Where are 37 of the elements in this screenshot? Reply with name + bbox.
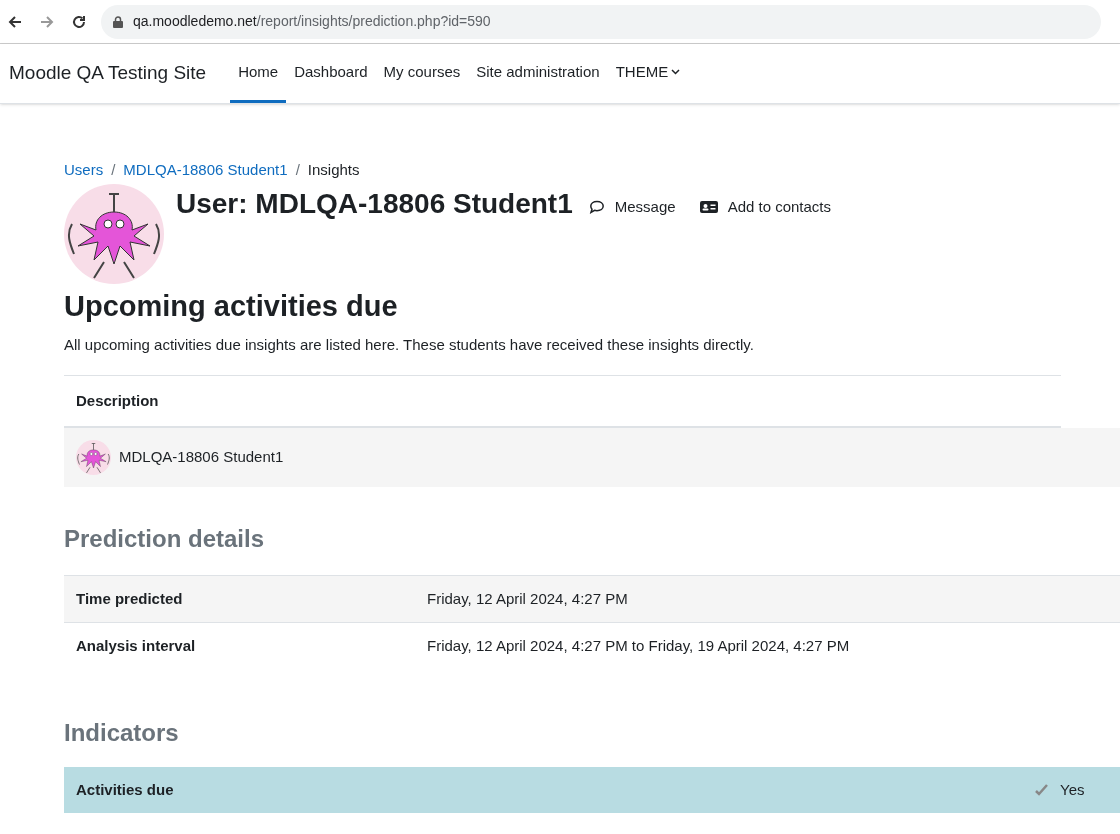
column-header: Description <box>75 390 160 411</box>
nav-link[interactable]: Site administration <box>468 44 608 103</box>
indicator-label: Activities due <box>76 779 175 800</box>
back-arrow-icon[interactable] <box>7 13 23 30</box>
detail-value: Friday, 12 April 2024, 4:27 PM to Friday, 19 April 2024, 4:27 PM <box>427 635 850 656</box>
table-row[interactable]: MDLQA-18806 Student1 <box>64 428 1120 487</box>
nav-link[interactable]: Home <box>230 44 287 103</box>
page-title: User: MDLQA-18806 Student1 <box>176 187 573 221</box>
detail-label: Time predicted <box>75 588 184 609</box>
avatar-icon <box>64 184 164 284</box>
avatar-icon <box>76 440 111 475</box>
forward-arrow-icon[interactable] <box>39 13 55 30</box>
section-heading: Indicators <box>64 718 180 748</box>
section-heading: Upcoming activities due <box>64 289 399 324</box>
insight-description: All upcoming activities due insights are listed here. These students have received these insights directly. <box>64 335 755 355</box>
detail-value: Friday, 12 April 2024, 4:27 PM <box>427 588 628 609</box>
lock-icon <box>113 15 123 28</box>
breadcrumb-separator: / <box>111 159 116 180</box>
contact-card-icon <box>699 200 718 215</box>
caret-icon <box>671 69 681 75</box>
nav-link[interactable]: THEME <box>607 44 689 103</box>
nav-link[interactable]: My courses <box>375 44 469 103</box>
add-contact-link[interactable]: Add to contacts <box>699 196 832 219</box>
section-heading: Prediction details <box>64 524 266 554</box>
breadcrumb-current: Insights <box>307 159 360 180</box>
detail-label: Analysis interval <box>75 635 197 656</box>
site-name[interactable]: Moodle QA Testing Site <box>9 59 207 88</box>
student-name: MDLQA-18806 Student1 <box>119 447 284 468</box>
address-bar[interactable]: qa.moodledemo.net/report/insights/prediction.php?id=590 <box>101 4 1101 39</box>
breadcrumb-separator: / <box>295 159 300 180</box>
message-link[interactable]: Message <box>588 196 676 219</box>
speech-bubble-icon <box>588 200 605 215</box>
breadcrumb-link[interactable]: MDLQA-18806 Student1 <box>123 158 288 182</box>
indicator-value: Yes <box>1060 779 1086 800</box>
breadcrumb-link[interactable]: Users <box>64 158 104 182</box>
reload-icon[interactable] <box>71 13 87 30</box>
nav-link[interactable]: Dashboard <box>286 44 376 103</box>
